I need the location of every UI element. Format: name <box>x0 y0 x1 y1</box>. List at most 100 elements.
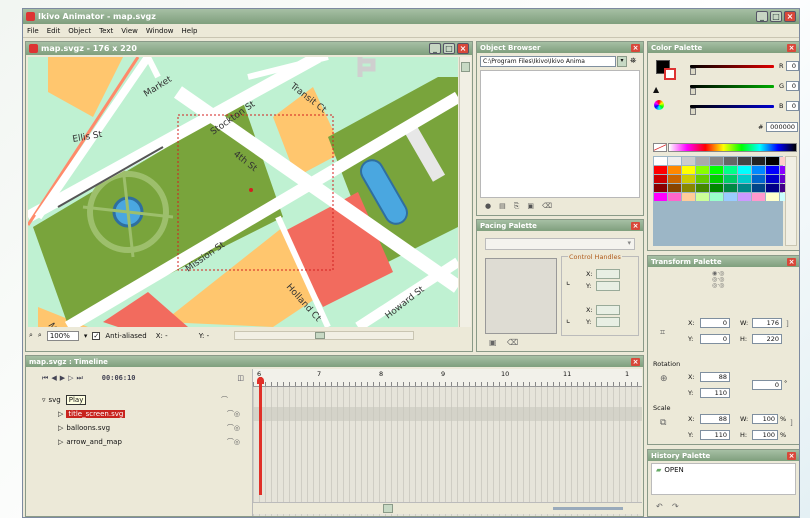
rot-y-field[interactable]: 110 <box>700 388 730 398</box>
ob-folder-icon[interactable]: ▤ <box>499 202 506 211</box>
pacing-close-icon[interactable]: × <box>631 221 640 230</box>
timeline-close-icon[interactable]: × <box>631 357 640 366</box>
step-forward-button[interactable]: ▷ <box>68 374 73 382</box>
close-icon[interactable]: × <box>784 11 796 22</box>
menu-object[interactable]: Object <box>68 27 91 35</box>
rewind-button[interactable]: ⏮ <box>42 374 48 383</box>
color-swatch[interactable] <box>752 193 765 201</box>
color-swatch[interactable] <box>724 157 737 165</box>
handle2-x-field[interactable] <box>596 305 620 315</box>
color-palette-close-icon[interactable]: × <box>787 43 796 52</box>
g-slider-thumb[interactable] <box>690 88 696 95</box>
selected-layer-track[interactable] <box>253 407 642 421</box>
pacing-save-icon[interactable]: ▣ <box>489 338 497 347</box>
map-canvas[interactable]: Market Stockton St Transit Ct Ellis St 4… <box>28 57 458 327</box>
g-slider[interactable] <box>690 85 774 88</box>
playhead-icon[interactable] <box>259 377 262 495</box>
color-swatch[interactable] <box>752 166 765 174</box>
color-swatch[interactable] <box>682 175 695 183</box>
expand-svg-icon[interactable]: ▿ <box>42 396 46 404</box>
color-swatch[interactable] <box>766 184 779 192</box>
maximize-icon[interactable]: □ <box>770 11 782 22</box>
color-swatch[interactable] <box>738 193 751 201</box>
layer-row-balloons[interactable]: ▷ balloons.svg ⌒◎ <box>28 421 250 435</box>
scale-h-field[interactable]: 100 <box>752 430 778 440</box>
color-swatch[interactable] <box>668 175 681 183</box>
timeline-zoom-slider[interactable] <box>553 507 623 510</box>
menu-text[interactable]: Text <box>99 27 113 35</box>
color-swatch[interactable] <box>696 166 709 174</box>
color-swatch[interactable] <box>654 166 667 174</box>
color-swatch[interactable] <box>766 175 779 183</box>
timeline-hscrollbar[interactable] <box>253 502 642 514</box>
title-screen-vis-icon[interactable]: ⌒◎ <box>227 409 240 419</box>
fast-forward-button[interactable]: ⏭ <box>76 374 82 383</box>
color-swatch[interactable] <box>654 193 667 201</box>
color-swatch[interactable] <box>668 157 681 165</box>
color-swatch[interactable] <box>710 175 723 183</box>
color-swatch[interactable] <box>696 175 709 183</box>
playhead-handle-icon[interactable] <box>257 377 264 384</box>
swatch-scrollbar[interactable] <box>785 156 797 246</box>
path-browse-icon[interactable]: ⛯ <box>630 56 640 67</box>
color-swatch[interactable] <box>668 184 681 192</box>
document-titlebar[interactable]: map.svgz - 176 x 220 _ □ × <box>26 42 472 55</box>
object-browser-close-icon[interactable]: × <box>631 43 640 52</box>
color-swatch[interactable] <box>668 166 681 174</box>
layer-row-arrow-and-map[interactable]: ▷ arrow_and_map ⌒◎ <box>28 435 250 449</box>
zoom-dropdown-icon[interactable]: ▾ <box>84 332 88 340</box>
y-field[interactable]: 0 <box>700 334 730 344</box>
rot-x-field[interactable]: 88 <box>700 372 730 382</box>
color-swatch[interactable] <box>654 157 667 165</box>
color-swatch[interactable] <box>696 157 709 165</box>
timeline-frames-pane[interactable]: 6 7 8 9 10 11 1 <box>252 369 642 516</box>
color-swatch[interactable] <box>752 157 765 165</box>
w-field[interactable]: 176 <box>752 318 782 328</box>
color-wheel-icon[interactable] <box>654 100 664 110</box>
constrain-link-icon[interactable]: ] <box>786 320 789 328</box>
history-list[interactable]: ▰ OPEN <box>651 463 796 495</box>
r-slider-thumb[interactable] <box>690 68 696 75</box>
no-color-swatch[interactable] <box>653 143 667 152</box>
color-swatch[interactable] <box>724 184 737 192</box>
zoom-in-icon[interactable]: ⌕ <box>29 331 33 340</box>
step-back-button[interactable]: ◀ <box>51 374 56 382</box>
b-slider[interactable] <box>690 105 774 108</box>
ob-new-icon[interactable]: ● <box>485 202 491 211</box>
scale-x-field[interactable]: 88 <box>700 414 730 424</box>
color-swatch[interactable] <box>668 193 681 201</box>
color-swatch[interactable] <box>654 184 667 192</box>
menu-window[interactable]: Window <box>146 27 174 35</box>
zoom-field[interactable]: 100% <box>46 330 79 341</box>
history-undo-icon[interactable]: ↶ <box>656 502 663 511</box>
color-swatch[interactable] <box>710 157 723 165</box>
layer-row-title-screen[interactable]: ▷ title_screen.svg ⌒◎ <box>28 407 250 421</box>
handle1-y-field[interactable] <box>596 281 620 291</box>
expand-title-screen-icon[interactable]: ▷ <box>58 410 63 418</box>
color-swatch[interactable] <box>738 175 751 183</box>
hex-field[interactable]: 000000 <box>766 122 798 132</box>
history-redo-icon[interactable]: ↷ <box>672 502 679 511</box>
color-swatch[interactable] <box>724 166 737 174</box>
color-swatch[interactable] <box>738 157 751 165</box>
b-slider-thumb[interactable] <box>690 108 696 115</box>
pacing-dropdown[interactable]: ▾ <box>485 238 635 250</box>
color-swatch[interactable] <box>682 193 695 201</box>
color-swatch[interactable] <box>766 166 779 174</box>
color-swatch[interactable] <box>738 184 751 192</box>
vscroll-thumb[interactable] <box>461 62 470 72</box>
menu-help[interactable]: Help <box>182 27 198 35</box>
color-swatch[interactable] <box>654 175 667 183</box>
color-swatch[interactable] <box>682 166 695 174</box>
g-field[interactable]: 0 <box>786 81 799 91</box>
handle2-y-field[interactable] <box>596 317 620 327</box>
timeline-hscroll-thumb[interactable] <box>383 504 393 513</box>
ob-delete-icon[interactable]: ⌫ <box>542 202 552 211</box>
object-browser-titlebar[interactable]: Object Browser × <box>477 42 643 53</box>
expand-balloons-icon[interactable]: ▷ <box>58 424 63 432</box>
balloons-vis-icon[interactable]: ⌒◎ <box>227 423 240 433</box>
menu-view[interactable]: View <box>121 27 138 35</box>
history-titlebar[interactable]: History Palette × <box>648 450 799 461</box>
scale-link-icon[interactable]: ] <box>790 419 793 427</box>
color-swatch[interactable] <box>724 193 737 201</box>
